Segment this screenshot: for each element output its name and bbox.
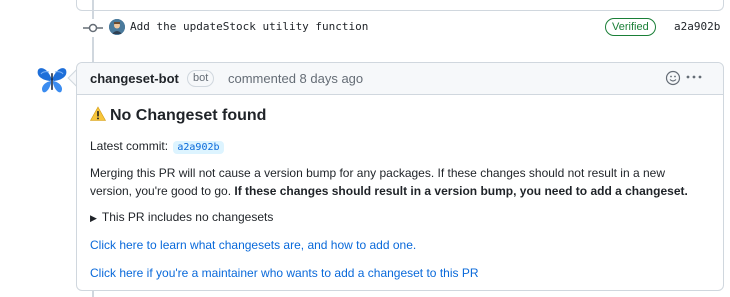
- comment-heading: No Changeset found: [89, 106, 267, 125]
- details-summary: This PR includes no changesets: [101, 210, 274, 224]
- paragraph-bold: If these changes should result in a vers…: [234, 184, 688, 198]
- comment-timestamp[interactable]: commented 8 days ago: [228, 71, 363, 86]
- smiley-icon[interactable]: [665, 70, 681, 86]
- changesets-details[interactable]: ▶ This PR includes no changesets: [90, 210, 273, 224]
- bot-badge: bot: [187, 70, 215, 87]
- commit-icon: [81, 19, 105, 37]
- commit-author-avatar[interactable]: [109, 19, 125, 35]
- commit-message[interactable]: Add the updateStock utility function: [130, 20, 368, 33]
- warning-icon: [89, 106, 107, 122]
- bot-comment: changeset-bot bot commented 8 days ago N…: [76, 62, 724, 291]
- latest-commit-line: Latest commit: a2a902b: [90, 139, 224, 154]
- comment-author[interactable]: changeset-bot: [90, 71, 179, 86]
- add-changeset-link[interactable]: Click here if you're a maintainer who wa…: [90, 266, 479, 280]
- triangle-right-icon: ▶: [90, 213, 97, 223]
- commit-sha[interactable]: a2a902b: [674, 20, 720, 33]
- commit-row: Add the updateStock utility function Ver…: [0, 15, 730, 41]
- learn-changesets-link[interactable]: Click here to learn what changesets are,…: [90, 238, 416, 252]
- latest-commit-sha[interactable]: a2a902b: [173, 141, 224, 154]
- verified-badge[interactable]: Verified: [605, 18, 656, 36]
- comment-header: changeset-bot bot commented 8 days ago: [77, 63, 723, 95]
- kebab-icon[interactable]: [685, 69, 703, 85]
- butterfly-avatar-icon[interactable]: [36, 64, 68, 96]
- previous-card-edge: [76, 0, 724, 11]
- heading-text: No Changeset found: [110, 107, 267, 124]
- latest-commit-label: Latest commit:: [90, 139, 169, 153]
- comment-paragraph: Merging this PR will not cause a version…: [90, 164, 710, 200]
